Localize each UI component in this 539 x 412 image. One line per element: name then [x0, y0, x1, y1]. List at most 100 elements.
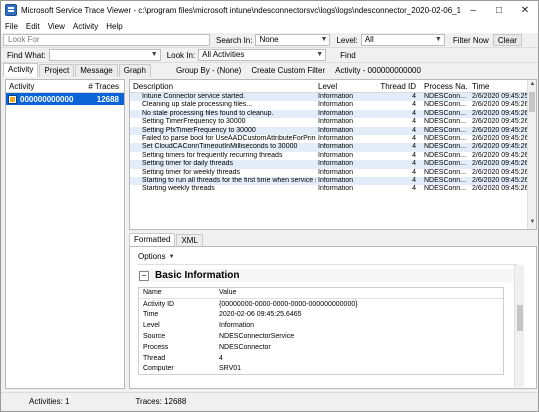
trace-row[interactable]: Intune Connector service started. Informa…	[130, 93, 536, 102]
tab-message[interactable]: Message	[75, 64, 118, 77]
chevron-down-icon: ▼	[320, 36, 328, 43]
create-custom-filter-button[interactable]: Create Custom Filter	[251, 66, 325, 75]
property-row: Computer SRV01	[139, 364, 503, 375]
trace-process-cell: NDESConn...	[424, 151, 467, 159]
trace-row[interactable]: Setting TimerFrequency to 30000 Informati…	[130, 118, 536, 126]
trace-row[interactable]: Starting to run all threads for the firs…	[130, 176, 536, 186]
trace-thread-cell: 4	[412, 134, 416, 142]
maximize-button[interactable]: □	[486, 1, 512, 19]
trace-row[interactable]: Cleaning up stale processing files... Inf…	[130, 101, 536, 109]
property-value: Information	[219, 322, 255, 330]
status-bar: Activities: 1 Traces: 12688	[1, 392, 538, 410]
look-in-select[interactable]: All Activities ▼	[198, 49, 327, 61]
trace-level-cell: Information	[318, 151, 354, 159]
traces-column-header[interactable]: # Traces	[88, 82, 124, 91]
scroll-thumb[interactable]	[529, 92, 535, 112]
level-select[interactable]: All ▼	[360, 34, 445, 46]
trace-level-cell: Information	[318, 93, 354, 100]
property-value: {00000000-0000-0000-0000-000000000000}	[219, 300, 358, 308]
trace-row[interactable]: Setting PfxTimerFrequency to 30000 Inform…	[130, 126, 536, 135]
menu-view[interactable]: View	[48, 22, 65, 31]
trace-time-cell: 2/6/2020 09:45:26	[472, 101, 528, 109]
tab-formatted[interactable]: Formatted	[129, 233, 176, 246]
look-in-label: Look In:	[166, 50, 196, 60]
menu-file[interactable]: File	[5, 22, 18, 31]
trace-time-cell: 2/6/2020 09:45:26	[472, 168, 528, 176]
collapse-icon[interactable]: −	[139, 270, 149, 281]
trace-row[interactable]: Failed to parse bool for UseAADCustomAtt…	[130, 135, 536, 143]
property-name: Source	[143, 333, 166, 341]
scroll-down-icon[interactable]: ▼	[528, 219, 536, 228]
find-what-select[interactable]: ▼	[48, 49, 161, 61]
trace-row[interactable]: Setting timer for weekly threads Informat…	[130, 169, 536, 177]
search-in-select[interactable]: None ▼	[255, 34, 331, 46]
name-column-header: Name	[143, 289, 162, 297]
detail-scrollbar[interactable]	[514, 265, 524, 387]
find-toolbar: Find What: ▼ Look In: All Activities ▼ F…	[1, 48, 538, 63]
close-button[interactable]: ✕	[512, 1, 538, 19]
app-window: Microsoft Service Trace Viewer - c:\prog…	[0, 0, 539, 412]
trace-list-scrollbar[interactable]: ▲ ▼	[527, 80, 536, 229]
divider	[138, 264, 518, 265]
options-dropdown[interactable]: Options ▼	[138, 252, 175, 261]
scroll-up-icon[interactable]: ▲	[528, 81, 536, 90]
detail-scroll-thumb[interactable]	[517, 305, 523, 331]
activity-column-header[interactable]: Activity	[6, 82, 88, 91]
trace-time-cell: 2/6/2020 09:45:26	[472, 109, 528, 117]
basic-information-section[interactable]: − Basic Information	[138, 269, 518, 282]
tab-activity[interactable]: Activity	[3, 63, 39, 77]
trace-row[interactable]: Setting timers for frequently recurring …	[130, 152, 536, 160]
find-button[interactable]: Find	[340, 51, 356, 60]
process-column-header[interactable]: Process Na...	[418, 82, 468, 91]
trace-row[interactable]: Setting timer for daily threads Informati…	[130, 160, 536, 169]
trace-time-cell: 2/6/2020 09:45:26	[472, 185, 528, 193]
trace-row[interactable]: Starting weekly threads Information 4 NDESC…	[130, 185, 536, 193]
trace-description-cell: Setting PfxTimerFrequency to 30000	[142, 126, 256, 134]
activity-icon	[8, 94, 17, 104]
trace-list: Description Level Thread ID Process Na..…	[129, 79, 537, 230]
trace-level-cell: Information	[318, 126, 354, 134]
tab-graph[interactable]: Graph	[118, 64, 151, 77]
chevron-down-icon: ▼	[150, 51, 158, 58]
look-for-input[interactable]: Look For	[3, 34, 210, 46]
menu-activity[interactable]: Activity	[73, 22, 98, 31]
filter-now-button[interactable]: Filter Now	[453, 36, 489, 45]
options-label: Options	[138, 252, 166, 261]
trace-time-cell: 2/6/2020 09:45:26	[472, 160, 528, 168]
trace-description-cell: Setting TimerFrequency to 30000	[142, 118, 246, 126]
trace-thread-cell: 4	[412, 109, 416, 117]
trace-level-cell: Information	[318, 118, 354, 126]
trace-process-cell: NDESConn...	[424, 176, 467, 184]
trace-row[interactable]: Set CloudCAConnTimeoutInMilliseconds to …	[130, 143, 536, 152]
level-column-header[interactable]: Level	[316, 82, 378, 91]
description-column-header[interactable]: Description	[130, 82, 316, 91]
activity-row[interactable]: 000000000000 12688	[6, 93, 124, 105]
search-in-label: Search In:	[216, 35, 253, 45]
properties-table: Name Value Activity ID {00000000-0000-000…	[138, 287, 504, 376]
menu-edit[interactable]: Edit	[26, 22, 40, 31]
trace-thread-cell: 4	[412, 126, 416, 134]
trace-process-cell: NDESConn...	[424, 185, 467, 193]
look-in-value: All Activities	[202, 50, 245, 59]
thread-column-header[interactable]: Thread ID	[378, 82, 418, 91]
trace-thread-cell: 4	[412, 151, 416, 159]
activity-name: 000000000000	[20, 94, 74, 104]
trace-time-cell: 2/6/2020 09:45:26	[472, 176, 528, 184]
group-by-button[interactable]: Group By - (None)	[176, 66, 241, 75]
trace-description-cell: Starting weekly threads	[142, 185, 215, 193]
tab-project[interactable]: Project	[39, 64, 75, 77]
trace-process-cell: NDESConn...	[424, 134, 467, 142]
activity-list-header: Activity # Traces	[6, 80, 124, 93]
minimize-button[interactable]: –	[460, 1, 486, 19]
trace-row[interactable]: No stale processing files found to clean…	[130, 109, 536, 119]
activity-trace-count: 12688	[96, 94, 119, 104]
property-rows: Activity ID {00000000-0000-0000-0000-0000…	[139, 299, 503, 375]
trace-thread-cell: 4	[412, 185, 416, 193]
level-label: Level:	[336, 35, 358, 45]
menu-help[interactable]: Help	[106, 22, 122, 31]
clear-button[interactable]: Clear	[492, 34, 522, 46]
tab-xml[interactable]: XML	[176, 234, 203, 246]
property-name: Process	[143, 343, 169, 351]
property-value: SRV01	[219, 365, 242, 373]
time-column-header[interactable]: Time	[468, 82, 528, 91]
